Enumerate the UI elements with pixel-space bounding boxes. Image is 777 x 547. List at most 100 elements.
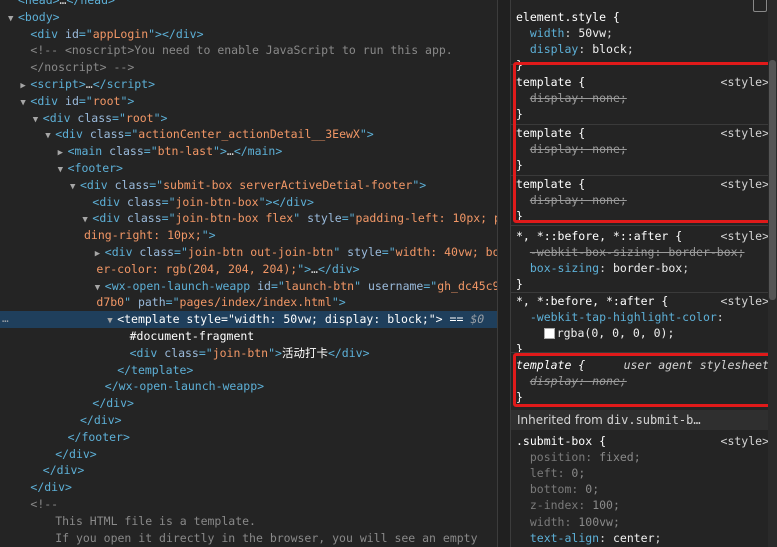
dom-node-markup: This HTML file is a template. xyxy=(55,513,256,528)
dom-node[interactable]: <div class="join-btn-box"></div> xyxy=(0,194,497,211)
red-highlight-box xyxy=(513,353,773,407)
css-property[interactable]: width: 100vw; xyxy=(516,514,773,530)
collapse-arrow-icon[interactable]: ▼ xyxy=(33,112,43,127)
css-property[interactable]: z-index: 100; xyxy=(516,497,773,513)
dom-node[interactable]: <head>…</head> xyxy=(0,0,497,9)
collapse-arrow-icon[interactable]: ▼ xyxy=(20,95,30,110)
dom-node-markup: </div> xyxy=(30,480,72,495)
collapse-arrow-icon[interactable]: ▼ xyxy=(8,11,18,26)
dom-node-markup: If you open it directly in the browser, … xyxy=(55,530,478,545)
collapse-arrow-icon[interactable]: ▼ xyxy=(58,162,68,177)
selected-dom-node[interactable]: ▼ <template style="width: 50vw; display: … xyxy=(0,311,497,328)
dom-node[interactable]: <div id="appLogin"></div> xyxy=(0,26,497,43)
dom-node-markup: </div> xyxy=(80,413,122,427)
css-value[interactable]: rgba(0, 0, 0, 0); xyxy=(516,325,773,341)
dom-node[interactable]: </wx-open-launch-weapp> xyxy=(0,378,497,395)
style-source-link[interactable]: <style> xyxy=(721,433,769,449)
rule-divider xyxy=(511,225,777,226)
dom-node-markup: <div class="root"> xyxy=(42,110,168,125)
elements-panel[interactable]: <head>…</head> ▼ <body> <div id="appLogin">… xyxy=(0,0,497,547)
inherited-label: Inherited from xyxy=(517,413,603,427)
dom-node[interactable]: ▼ <div class="join-btn-box flex" style="p… xyxy=(0,210,497,227)
dom-node[interactable]: ▶ <main class="btn-last">…</main> xyxy=(0,143,497,160)
dom-node[interactable]: ▶ <script>…</script> xyxy=(0,76,497,93)
dom-node[interactable]: ▼ <div id="root"> xyxy=(0,93,497,110)
dom-node[interactable]: </div> xyxy=(0,395,497,412)
collapse-arrow-icon[interactable]: ▼ xyxy=(70,179,80,194)
dom-node[interactable]: ▼ <body> xyxy=(0,9,497,26)
dom-node[interactable]: </noscript> --> xyxy=(0,59,497,76)
dom-node[interactable]: d7b0" path="pages/index/index.html"> xyxy=(0,294,497,311)
panel-splitter[interactable] xyxy=(497,0,511,547)
dom-node[interactable]: </div> xyxy=(0,446,497,463)
css-property[interactable]: width: 50vw; xyxy=(516,25,773,41)
css-property[interactable]: bottom: 0; xyxy=(516,481,773,497)
css-property[interactable]: box-sizing: border-box; xyxy=(516,260,773,276)
dom-node[interactable]: #document-fragment xyxy=(0,328,497,345)
dom-node-markup: </footer> xyxy=(67,429,130,444)
inherited-target-link[interactable]: div.submit-b… xyxy=(607,413,701,427)
style-source-link[interactable]: <style> xyxy=(721,293,769,309)
styles-scrollbar[interactable] xyxy=(768,0,777,547)
expand-arrow-icon[interactable]: ▶ xyxy=(20,78,30,93)
dom-node-markup: <template style="width: 50vw; display: b… xyxy=(117,312,485,327)
collapse-arrow-icon[interactable]: ▼ xyxy=(82,212,92,227)
style-source-link[interactable]: <style> xyxy=(721,228,769,244)
dom-node[interactable]: ▼ <div class="actionCenter_actionDetail__… xyxy=(0,126,497,143)
dom-node-markup: <div class="actionCenter_actionDetail__3… xyxy=(55,127,374,142)
dom-node-markup: <main class="btn-last">…</main> xyxy=(67,144,283,159)
dom-node-markup: </div> xyxy=(55,446,97,461)
styles-pane[interactable]: element.style { width: 50vw; display: bl… xyxy=(511,0,777,547)
dom-node-markup: <div class="join-btn">活动打卡</div> xyxy=(129,345,370,360)
dom-node-markup: <wx-open-launch-weapp id="launch-btn" us… xyxy=(104,278,497,293)
scrollbar-thumb[interactable] xyxy=(769,60,776,300)
dom-node[interactable]: </div> xyxy=(0,462,497,479)
dom-node[interactable]: ▼ <div class="root"> xyxy=(0,110,497,127)
dom-node[interactable]: ▶ <div class="join-btn out-join-btn" styl… xyxy=(0,244,497,261)
dom-node[interactable]: ▼ <footer> xyxy=(0,160,497,177)
dom-node[interactable]: </div> xyxy=(0,479,497,496)
dom-node-markup: <div class="join-btn out-join-btn" style… xyxy=(104,245,497,259)
dom-node[interactable]: <!-- xyxy=(0,496,497,513)
dom-node[interactable]: If you open it directly in the browser, … xyxy=(0,530,497,547)
dom-node-markup: <head>…</head> xyxy=(18,0,115,7)
dom-node[interactable]: <!-- <noscript>You need to enable JavaSc… xyxy=(0,42,497,59)
more-options-icon[interactable]: … xyxy=(2,311,9,328)
dom-node[interactable]: ▼ <div class="submit-box serverActiveDeti… xyxy=(0,177,497,194)
css-property[interactable]: left: 0; xyxy=(516,465,773,481)
dom-node-markup: </div> xyxy=(92,396,134,411)
css-property[interactable]: text-align: center; xyxy=(516,530,773,546)
collapse-arrow-icon[interactable]: ▼ xyxy=(107,313,117,328)
css-property[interactable]: display: block; xyxy=(516,41,773,57)
dom-node-markup: d7b0" path="pages/index/index.html"> xyxy=(96,295,346,310)
dom-node-markup: ding-right: 10px;"> xyxy=(84,228,216,243)
dom-node-markup: </noscript> --> xyxy=(30,60,135,75)
dom-node[interactable]: ding-right: 10px;"> xyxy=(0,227,497,244)
dom-node[interactable]: </footer> xyxy=(0,429,497,446)
dom-node[interactable]: er-color: rgb(204, 204, 204);">…</div> xyxy=(0,261,497,278)
red-highlight-box xyxy=(513,62,773,223)
expand-arrow-icon[interactable]: ▶ xyxy=(58,145,68,160)
element-style-selector: element.style { xyxy=(516,10,620,24)
dom-node-markup: #document-fragment xyxy=(129,329,255,343)
collapse-arrow-icon[interactable]: ▼ xyxy=(45,128,55,143)
dom-node-markup: <div class="join-btn-box"></div> xyxy=(92,194,314,209)
dom-node-markup: <div id="appLogin"></div> xyxy=(30,26,204,41)
dom-node[interactable]: ▼ <wx-open-launch-weapp id="launch-btn" u… xyxy=(0,278,497,295)
collapse-arrow-icon[interactable]: ▼ xyxy=(95,280,105,295)
expand-arrow-icon[interactable]: ▶ xyxy=(95,246,105,261)
dom-node-markup: <div class="join-btn-box flex" style="pa… xyxy=(92,211,497,226)
dom-node[interactable]: </template> xyxy=(0,362,497,379)
dom-node-markup: </template> xyxy=(117,362,194,377)
dom-node-markup: <body> xyxy=(18,9,60,24)
dom-node[interactable]: This HTML file is a template. xyxy=(0,513,497,530)
color-swatch-icon[interactable] xyxy=(543,328,555,340)
new-style-rule-icon[interactable] xyxy=(753,0,767,12)
css-property[interactable]: -webkit-tap-highlight-color: xyxy=(516,309,773,325)
overridden-css-property[interactable]: -webkit-box-sizing: border-box; xyxy=(516,244,773,260)
css-property[interactable]: position: fixed; xyxy=(516,449,773,465)
dom-node-markup: <!-- xyxy=(30,497,59,511)
dom-node[interactable]: <div class="join-btn">活动打卡</div> xyxy=(0,345,497,362)
dom-node-markup: <div id="root"> xyxy=(30,93,135,108)
dom-node[interactable]: </div> xyxy=(0,412,497,429)
